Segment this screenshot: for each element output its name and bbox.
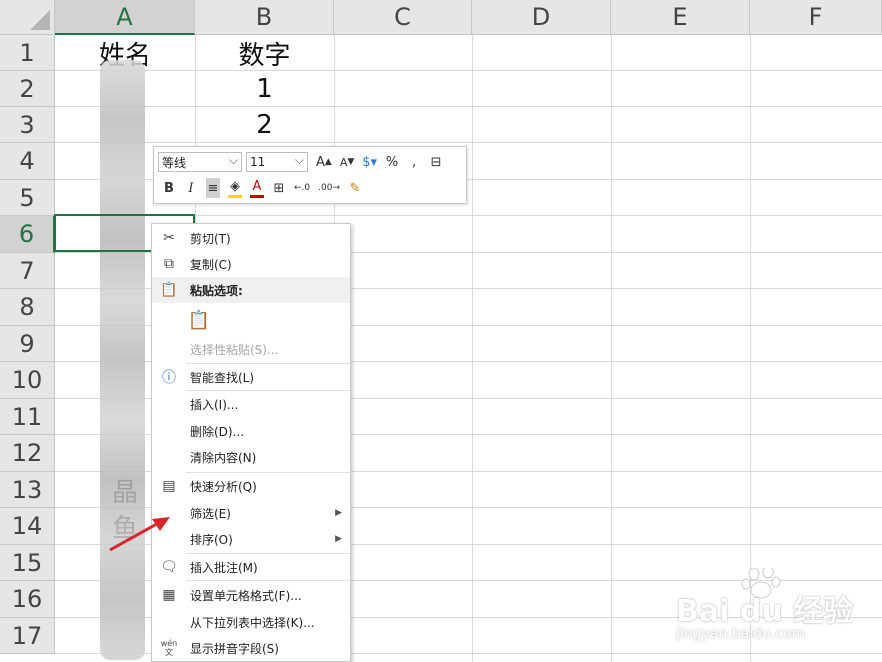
format-painter-icon[interactable]: ✎ bbox=[348, 178, 362, 198]
mini-format-toolbar: 等线 ⌵ 11 ⌵ A ▲ A ▼ $▾ % , ⊟ B I ≡ ◈ A ⊞ ←.0… bbox=[153, 146, 467, 204]
percent-style-button[interactable]: % bbox=[385, 152, 399, 172]
row-header-14[interactable]: 14 bbox=[0, 508, 55, 545]
menu-item-format-cells[interactable]: ▦ 设置单元格格式(F)... bbox=[152, 582, 350, 608]
menu-item-label: 智能查找(L) bbox=[190, 370, 255, 385]
menu-item-label: 插入(I)... bbox=[190, 397, 239, 412]
italic-button[interactable]: I bbox=[184, 178, 198, 198]
menu-item-copy[interactable]: ⧉ 复制(C) bbox=[152, 251, 350, 277]
row-header-7[interactable]: 7 bbox=[0, 253, 55, 289]
menu-item-label: 显示拼音字段(S) bbox=[190, 641, 279, 656]
column-header-f[interactable]: F bbox=[750, 0, 882, 35]
menu-item-cut[interactable]: ✂ 剪切(T) bbox=[152, 225, 350, 251]
menu-item-label: 插入批注(M) bbox=[190, 560, 258, 575]
menu-item-label: 快速分析(Q) bbox=[190, 479, 257, 494]
increase-decimal-icon[interactable]: ←.0 bbox=[294, 178, 310, 198]
font-size-combo[interactable]: 11 ⌵ bbox=[246, 152, 308, 172]
font-name-value: 等线 bbox=[162, 155, 187, 170]
paste-option-icon: 📋 bbox=[187, 309, 211, 331]
watermark-brand: Bai du 经验 bbox=[676, 594, 854, 629]
font-name-combo[interactable]: 等线 ⌵ bbox=[158, 152, 242, 172]
font-color-button[interactable]: A bbox=[250, 179, 264, 198]
row-header-6[interactable]: 6 bbox=[0, 216, 55, 253]
context-menu: ✂ 剪切(T) ⧉ 复制(C) 📋 粘贴选项: 📋 选择性粘贴(S)... ⓘ … bbox=[151, 223, 351, 662]
menu-item-pick-from-list[interactable]: 从下拉列表中选择(K)... bbox=[152, 609, 350, 635]
menu-item-label: 选择性粘贴(S)... bbox=[190, 342, 279, 357]
paste-icon: 📋 bbox=[160, 282, 178, 298]
cell-b1[interactable]: 数字 bbox=[195, 35, 334, 71]
font-size-value: 11 bbox=[250, 155, 266, 169]
menu-item-sort[interactable]: 排序(O) ▶ bbox=[152, 526, 350, 552]
watermark-url: jingyan.baidu.com bbox=[676, 626, 806, 642]
row-header-8[interactable]: 8 bbox=[0, 289, 55, 326]
menu-item-label: 从下拉列表中选择(K)... bbox=[190, 615, 315, 630]
menu-header-paste-options: 📋 粘贴选项: bbox=[152, 277, 350, 303]
menu-item-filter[interactable]: 筛选(E) ▶ bbox=[152, 500, 350, 526]
copy-icon: ⧉ bbox=[164, 256, 174, 272]
column-header-c[interactable]: C bbox=[334, 0, 472, 35]
row-header-17[interactable]: 17 bbox=[0, 618, 55, 654]
menu-item-label: 筛选(E) bbox=[190, 506, 231, 521]
number-format-icon[interactable]: $▾ bbox=[362, 152, 377, 172]
menu-item-quick-analysis[interactable]: ▤ 快速分析(Q) bbox=[152, 473, 350, 499]
submenu-arrow-icon: ▶ bbox=[335, 534, 342, 544]
row-header-3[interactable]: 3 bbox=[0, 107, 55, 143]
chevron-down-icon[interactable]: ⌵ bbox=[295, 153, 304, 168]
scissors-icon: ✂ bbox=[163, 230, 175, 246]
comma-style-button[interactable]: , bbox=[407, 152, 421, 172]
menu-item-smart-lookup[interactable]: ⓘ 智能查找(L) bbox=[152, 364, 350, 390]
blurred-names-overlay bbox=[100, 60, 145, 660]
row-header-9[interactable]: 9 bbox=[0, 326, 55, 362]
column-header-b[interactable]: B bbox=[195, 0, 334, 35]
row-header-11[interactable]: 11 bbox=[0, 399, 55, 435]
borders-icon[interactable]: ⊞ bbox=[272, 178, 286, 198]
fill-color-icon[interactable]: ◈ bbox=[228, 179, 242, 198]
select-all-corner[interactable] bbox=[0, 0, 55, 35]
submenu-arrow-icon: ▶ bbox=[335, 508, 342, 518]
column-header-a[interactable]: A bbox=[55, 0, 195, 35]
paste-option-button[interactable]: 📋 bbox=[152, 304, 350, 336]
row-header-12[interactable]: 12 bbox=[0, 435, 55, 472]
bold-button[interactable]: B bbox=[162, 178, 176, 198]
smart-lookup-icon: ⓘ bbox=[162, 370, 176, 386]
menu-item-insert[interactable]: 插入(I)... bbox=[152, 391, 350, 417]
shrink-font-button[interactable]: A ▼ bbox=[340, 152, 354, 172]
row-header-4[interactable]: 4 bbox=[0, 143, 55, 180]
menu-item-label: 删除(D)... bbox=[190, 424, 245, 439]
row-header-5[interactable]: 5 bbox=[0, 180, 55, 216]
menu-item-label: 排序(O) bbox=[190, 532, 233, 547]
decrease-decimal-icon[interactable]: .00→ bbox=[318, 178, 340, 198]
row-header-16[interactable]: 16 bbox=[0, 581, 55, 618]
menu-item-label: 粘贴选项: bbox=[190, 283, 243, 298]
column-header-e[interactable]: E bbox=[611, 0, 750, 35]
merge-center-icon[interactable]: ⊟ bbox=[429, 152, 443, 172]
menu-item-label: 清除内容(N) bbox=[190, 450, 257, 465]
format-cells-icon: ▦ bbox=[162, 587, 176, 603]
menu-item-paste-special[interactable]: 选择性粘贴(S)... bbox=[152, 336, 350, 362]
quick-analysis-icon: ▤ bbox=[162, 478, 176, 494]
row-header-15[interactable]: 15 bbox=[0, 545, 55, 581]
grow-font-button[interactable]: A ▲ bbox=[316, 152, 332, 172]
row-header-2[interactable]: 2 bbox=[0, 71, 55, 107]
cell-b2[interactable]: 1 bbox=[195, 71, 334, 107]
annotation-arrow bbox=[109, 517, 170, 552]
row-header-1[interactable]: 1 bbox=[0, 35, 55, 71]
phonetic-icon: wén 文 bbox=[160, 639, 178, 657]
row-header-13[interactable]: 13 bbox=[0, 472, 55, 508]
menu-item-label: 复制(C) bbox=[190, 257, 232, 272]
menu-item-clear-contents[interactable]: 清除内容(N) bbox=[152, 444, 350, 470]
chevron-down-icon[interactable]: ⌵ bbox=[229, 153, 238, 168]
menu-item-label: 剪切(T) bbox=[190, 231, 231, 246]
column-header-d[interactable]: D bbox=[472, 0, 611, 35]
menu-item-show-phonetic[interactable]: wén 文 显示拼音字段(S) bbox=[152, 635, 350, 661]
cell-b3[interactable]: 2 bbox=[195, 107, 334, 143]
menu-item-label: 设置单元格格式(F)... bbox=[190, 588, 302, 603]
menu-item-insert-comment[interactable]: 🗨 插入批注(M) bbox=[152, 554, 350, 580]
align-center-icon[interactable]: ≡ bbox=[206, 178, 220, 198]
menu-item-delete[interactable]: 删除(D)... bbox=[152, 418, 350, 444]
row-header-10[interactable]: 10 bbox=[0, 362, 55, 399]
